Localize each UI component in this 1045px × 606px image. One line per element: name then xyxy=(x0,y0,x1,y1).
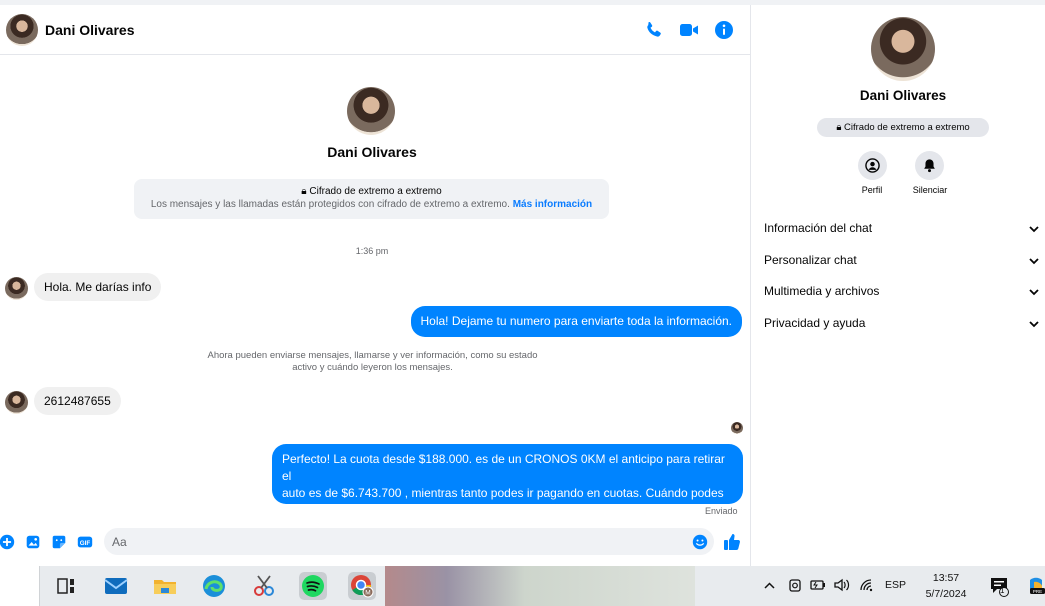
contact-name[interactable]: Dani Olivares xyxy=(45,22,135,38)
section-privacy-help[interactable]: Privacidad y ayuda xyxy=(764,312,1042,336)
mute-label: Silenciar xyxy=(912,185,948,195)
section-label: Privacidad y ayuda xyxy=(764,316,866,330)
message-composer: GIF xyxy=(0,525,750,561)
section-label: Información del chat xyxy=(764,221,873,235)
emoji-icon[interactable] xyxy=(691,533,709,551)
encryption-badge-label: Cifrado de extremo a extremo xyxy=(844,122,970,133)
input-language[interactable]: ESP xyxy=(885,579,906,591)
encryption-badge: 🔒︎ Cifrado de extremo a extremo xyxy=(817,118,989,137)
encryption-title-row: 🔒︎ Cifrado de extremo a extremo xyxy=(134,186,609,197)
encryption-title: Cifrado de extremo a extremo xyxy=(309,186,442,197)
chevron-down-icon xyxy=(1029,226,1039,233)
incoming-message[interactable]: Hola. Me darías info xyxy=(34,273,162,301)
notifications-icon[interactable] xyxy=(988,575,1010,597)
mail-app-icon[interactable] xyxy=(102,572,130,600)
gif-icon[interactable]: GIF xyxy=(76,533,94,551)
snipping-tool-icon[interactable] xyxy=(250,572,278,600)
intro-avatar[interactable] xyxy=(347,87,395,135)
volume-icon[interactable] xyxy=(833,577,851,593)
notification-count: 1 xyxy=(1000,586,1005,595)
messenger-window: Dani Olivares Dani Olivares 🔒︎ Cifrado d… xyxy=(0,0,1045,566)
profile-name: Dani Olivares xyxy=(859,88,947,103)
svg-text:GIF: GIF xyxy=(80,540,91,547)
message-line: Perfecto! La cuota desde $188.000. es de… xyxy=(282,452,725,483)
file-explorer-icon[interactable] xyxy=(151,572,179,600)
battery-icon[interactable] xyxy=(809,578,827,592)
profile-label: Perfil xyxy=(861,185,883,195)
message-input[interactable] xyxy=(104,528,714,555)
section-customize-chat[interactable]: Personalizar chat xyxy=(764,249,1042,273)
encryption-description-row: Los mensajes y las llamadas están proteg… xyxy=(134,199,609,210)
wifi-icon[interactable] xyxy=(859,578,875,592)
plus-circle-icon[interactable] xyxy=(0,533,16,551)
taskbar-clock[interactable]: 13:57 5/7/2024 xyxy=(920,570,972,602)
camera-tray-icon[interactable] xyxy=(787,577,803,593)
spotify-icon[interactable] xyxy=(299,572,327,600)
edge-browser-icon[interactable] xyxy=(200,572,228,600)
message-avatar[interactable] xyxy=(5,277,28,300)
copilot-icon[interactable]: PRE xyxy=(1026,576,1045,596)
chevron-down-icon xyxy=(1029,258,1039,265)
section-chat-info[interactable]: Información del chat xyxy=(764,217,1042,241)
outgoing-message[interactable]: Hola! Dejame tu numero para enviarte tod… xyxy=(410,306,742,337)
clock-date: 5/7/2024 xyxy=(925,588,967,600)
message-line: hablar? A la mañana o a la tarde? xyxy=(282,503,462,517)
message-timestamp: 1:36 pm xyxy=(355,246,389,256)
system-note: Ahora pueden enviarse mensajes, llamarse… xyxy=(180,350,565,374)
system-note-line: Ahora pueden enviarse mensajes, llamarse… xyxy=(207,350,538,361)
delivery-status: Enviado xyxy=(705,506,738,516)
user-circle-icon xyxy=(865,158,880,173)
chat-header: Dani Olivares xyxy=(0,5,750,55)
outgoing-message[interactable]: Perfecto! La cuota desde $188.000. es de… xyxy=(272,444,743,517)
video-call-icon[interactable] xyxy=(677,18,701,42)
more-info-link[interactable]: Más información xyxy=(513,199,592,210)
chevron-down-icon xyxy=(1029,321,1039,328)
chat-pane: Dani Olivares Dani Olivares 🔒︎ Cifrado d… xyxy=(0,5,750,566)
chrome-browser-icon[interactable]: M xyxy=(348,572,376,600)
section-label: Personalizar chat xyxy=(764,253,857,267)
svg-text:M: M xyxy=(365,590,370,597)
sticker-icon[interactable] xyxy=(50,533,68,551)
phone-call-icon[interactable] xyxy=(642,18,666,42)
section-media-files[interactable]: Multimedia y archivos xyxy=(764,280,1042,304)
chevron-down-icon xyxy=(1029,289,1039,296)
thumbs-up-icon[interactable] xyxy=(722,532,742,552)
incoming-message[interactable]: 2612487655 xyxy=(34,387,121,415)
encryption-description: Los mensajes y las llamadas están proteg… xyxy=(150,199,510,210)
message-line: auto es de $6.743.700 , mientras tanto p… xyxy=(282,486,724,500)
taskbar-search-area[interactable] xyxy=(0,566,40,606)
windows-taskbar: M ESP 13:57 5/7/2024 1 PRE xyxy=(0,566,1045,606)
bell-icon xyxy=(924,159,935,173)
profile-avatar[interactable] xyxy=(871,17,935,81)
system-note-line: activo y cuándo leyeron los mensajes. xyxy=(292,362,453,373)
lock-icon: 🔒︎ xyxy=(301,186,307,197)
lock-icon: 🔒︎ xyxy=(836,122,842,133)
desktop-wallpaper-peek xyxy=(385,566,695,606)
profile-button[interactable] xyxy=(858,151,887,180)
mute-button[interactable] xyxy=(915,151,944,180)
task-view-icon[interactable] xyxy=(52,572,80,600)
svg-text:PRE: PRE xyxy=(1033,589,1042,594)
encryption-notice: 🔒︎ Cifrado de extremo a extremo Los mens… xyxy=(134,179,609,219)
message-avatar[interactable] xyxy=(5,391,28,414)
info-icon[interactable] xyxy=(712,18,736,42)
chat-info-panel: Dani Olivares 🔒︎ Cifrado de extremo a ex… xyxy=(751,5,1045,566)
read-receipt-avatar xyxy=(731,422,743,434)
chevron-up-icon[interactable] xyxy=(763,579,776,592)
photo-icon[interactable] xyxy=(24,533,42,551)
contact-avatar[interactable] xyxy=(6,14,38,46)
section-label: Multimedia y archivos xyxy=(764,284,880,298)
clock-time: 13:57 xyxy=(932,572,960,584)
intro-name: Dani Olivares xyxy=(327,144,417,160)
